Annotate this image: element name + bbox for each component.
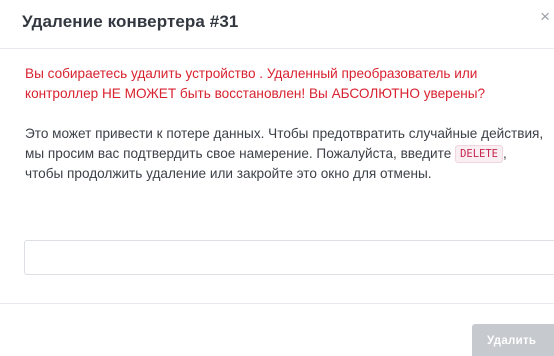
modal-body: Вы собираетесь удалить устройство . Удал… (25, 64, 547, 184)
delete-button[interactable]: Удалить (472, 324, 554, 356)
footer-divider (0, 303, 554, 304)
warning-message: Вы собираетесь удалить устройство . Удал… (25, 66, 486, 101)
delete-converter-modal: Удаление конвертера #31 × Вы собираетесь… (0, 0, 554, 356)
modal-header: Удаление конвертера #31 × (0, 0, 554, 49)
confirm-delete-input[interactable] (24, 240, 554, 275)
modal-title: Удаление конвертера #31 (22, 12, 239, 31)
confirm-keyword-code: DELETE (455, 145, 503, 163)
instruction-message: Это может привести к потере данных. Чтоб… (25, 124, 547, 184)
close-icon[interactable]: × (540, 8, 550, 25)
